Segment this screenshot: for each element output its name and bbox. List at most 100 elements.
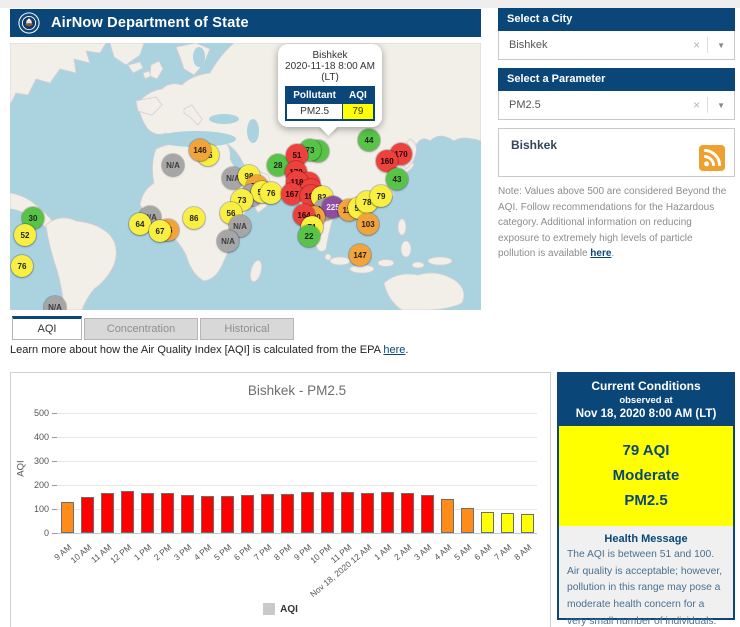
aqi-marker[interactable]: 86	[183, 207, 205, 229]
aqi-marker[interactable]: 22	[298, 225, 320, 247]
cc-pollutant: PM2.5	[559, 488, 733, 513]
y-tick-label: 100	[19, 504, 49, 514]
popup-timezone: (LT)	[280, 72, 380, 83]
gridline	[57, 485, 537, 486]
chart-bar	[221, 496, 234, 533]
aqi-marker[interactable]: 146	[189, 139, 211, 161]
epa-here-link[interactable]: here	[383, 344, 405, 356]
chart-bar	[81, 497, 94, 533]
rss-feed-box: Bishkek	[498, 128, 735, 177]
select-parameter-header: Select a Parameter	[498, 68, 735, 91]
chart-bar	[361, 493, 374, 533]
tab-aqi[interactable]: AQI	[12, 316, 82, 340]
city-clear-icon[interactable]: ×	[686, 38, 707, 52]
map-canvas[interactable]: 55146N/A305276N/AN/A64166786N/A98114N/A5…	[10, 43, 481, 310]
cc-aqi-box: 79 AQI Moderate PM2.5	[559, 426, 733, 526]
map-popup: Bishkek 2020-11-18 8:00 AM (LT) Pollutan…	[278, 44, 382, 127]
aqi-marker[interactable]: 79	[370, 185, 392, 207]
cc-datetime: Nov 18, 2020 8:00 AM (LT)	[561, 408, 731, 420]
learn-more-after: .	[405, 344, 408, 356]
y-tick-label: 200	[19, 480, 49, 490]
aqi-marker[interactable]: N/A	[162, 154, 184, 176]
rss-city-label: Bishkek	[511, 138, 557, 152]
chart-bar	[161, 493, 174, 533]
gridline	[57, 533, 537, 534]
aqi-marker[interactable]: N/A	[217, 230, 239, 252]
chart-bar	[421, 495, 434, 533]
aqi-marker[interactable]: 44	[358, 129, 380, 151]
chart-bar	[61, 502, 74, 533]
aqi-marker[interactable]: 147	[349, 244, 371, 266]
popup-datetime: 2020-11-18 8:00 AM	[280, 61, 380, 72]
chart-bar	[301, 492, 314, 533]
cc-category: Moderate	[559, 463, 733, 488]
health-message-title: Health Message	[559, 533, 733, 545]
gridline	[57, 413, 537, 414]
legend-swatch	[263, 603, 275, 615]
cc-aqi-value: 79 AQI	[559, 438, 733, 463]
y-tick-mark	[52, 533, 57, 534]
chart-bar	[321, 492, 334, 533]
y-tick-label: 400	[19, 432, 49, 442]
page-top-margin	[0, 0, 740, 8]
current-conditions-header: Current Conditions observed at Nov 18, 2…	[559, 374, 733, 426]
chart-plot: 01002003004005009 AM10 AM11 AM12 PM1 PM2…	[11, 373, 550, 627]
chart-legend[interactable]: AQI	[11, 603, 550, 615]
y-tick-label: 500	[19, 408, 49, 418]
chart-bar	[481, 512, 494, 533]
popup-col-pollutant: Pollutant	[286, 87, 342, 104]
tab-concentration[interactable]: Concentration	[84, 318, 198, 340]
popup-table: Pollutant AQI PM2.5 79	[285, 86, 375, 121]
chart-bar	[121, 491, 134, 533]
cc-subtitle: observed at	[561, 395, 731, 406]
chart-bar	[461, 508, 474, 533]
rss-icon[interactable]	[699, 145, 725, 171]
learn-more-before: Learn more about how the Air Quality Ind…	[10, 344, 383, 356]
aqi-marker[interactable]: 43	[386, 168, 408, 190]
y-tick-label: 0	[19, 528, 49, 538]
popup-col-aqi: AQI	[343, 87, 374, 104]
aqi-marker[interactable]: 67	[149, 220, 171, 242]
page-title: AirNow Department of State	[51, 15, 249, 31]
select-city-header: Select a City	[498, 8, 735, 31]
aqi-marker[interactable]: 76	[11, 255, 33, 277]
chart-bar	[341, 492, 354, 533]
app-header: AirNow Department of State	[10, 9, 481, 37]
parameter-clear-icon[interactable]: ×	[686, 98, 707, 112]
chart-bar	[181, 495, 194, 533]
dept-of-state-seal-icon	[18, 12, 40, 34]
chart-bar	[381, 492, 394, 533]
parameter-chevron-down-icon[interactable]: ▼	[708, 101, 734, 110]
tab-historical[interactable]: Historical	[200, 318, 294, 340]
y-tick-mark	[52, 413, 57, 414]
tab-bar: AQI Concentration Historical	[12, 316, 296, 340]
chart-bar	[201, 496, 214, 533]
note-here-link[interactable]: here	[590, 248, 611, 259]
parameter-select-value: PM2.5	[499, 99, 686, 111]
y-tick-mark	[52, 509, 57, 510]
chart-bar	[281, 494, 294, 533]
chart-bar	[521, 514, 534, 533]
y-tick-label: 300	[19, 456, 49, 466]
city-select[interactable]: Bishkek × ▼	[498, 31, 735, 60]
chart-bar	[101, 493, 114, 533]
aqi-marker[interactable]: 103	[357, 213, 379, 235]
popup-aqi-value: 79	[343, 104, 374, 121]
current-conditions-panel: Current Conditions observed at Nov 18, 2…	[557, 372, 735, 620]
chart-bar	[261, 494, 274, 533]
popup-pollutant-value: PM2.5	[286, 104, 342, 121]
aqi-marker[interactable]: 52	[14, 224, 36, 246]
y-tick-mark	[52, 461, 57, 462]
aqi-marker[interactable]: 64	[129, 213, 151, 235]
y-tick-mark	[52, 485, 57, 486]
city-chevron-down-icon[interactable]: ▼	[708, 41, 734, 50]
health-message-text: The AQI is between 51 and 100. Air quali…	[559, 547, 733, 627]
beyond-aqi-note: Note: Values above 500 are considered Be…	[498, 184, 730, 262]
chart-bar	[401, 493, 414, 533]
select-parameter-panel: Select a Parameter PM2.5 × ▼	[498, 68, 735, 120]
chart-bar	[141, 493, 154, 533]
legend-label: AQI	[280, 604, 298, 615]
learn-more-text: Learn more about how the Air Quality Ind…	[10, 344, 408, 356]
aqi-marker[interactable]: 76	[260, 182, 282, 204]
parameter-select[interactable]: PM2.5 × ▼	[498, 91, 735, 120]
